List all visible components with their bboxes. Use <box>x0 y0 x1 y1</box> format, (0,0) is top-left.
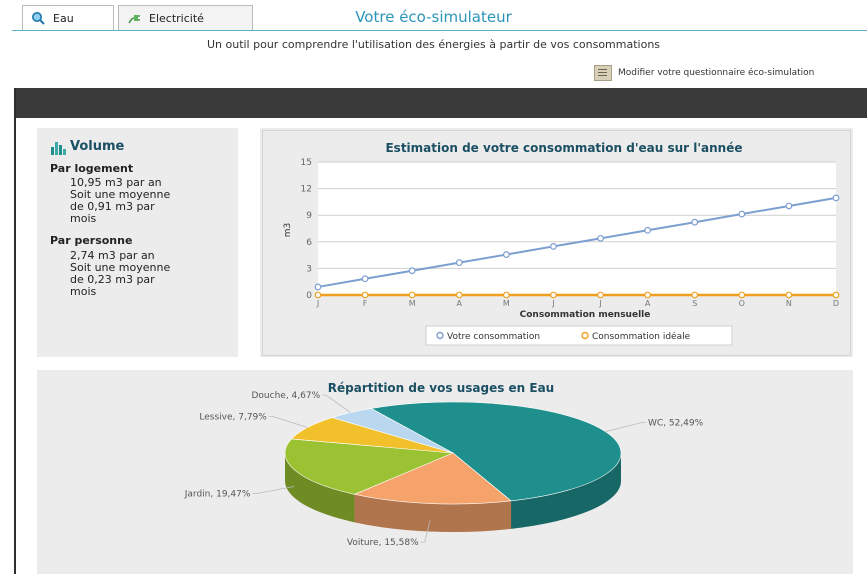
page-subtitle: Un outil pour comprendre l'utilisation d… <box>206 38 661 51</box>
legend-item-consommation-ideale[interactable]: Consommation idéale <box>581 331 691 342</box>
data-point[interactable] <box>785 202 793 210</box>
tab-water[interactable]: Eau <box>22 5 114 30</box>
x-tick-label: J <box>598 299 601 308</box>
per-person-line: mois <box>70 285 97 298</box>
data-point[interactable] <box>785 291 793 299</box>
data-point[interactable] <box>597 234 604 242</box>
data-point[interactable] <box>550 291 557 299</box>
legend-label: Consommation idéale <box>592 331 691 342</box>
x-tick-label: O <box>739 299 745 308</box>
data-point[interactable] <box>550 243 557 250</box>
x-tick-label: D <box>833 299 839 308</box>
data-point[interactable] <box>832 291 840 299</box>
line-chart-xlabel: Consommation mensuelle <box>520 310 651 320</box>
line-chart-ylabel: m3 <box>283 223 293 238</box>
x-tick-label: M <box>409 299 416 308</box>
y-tick-label: 15 <box>301 158 312 168</box>
x-tick-label: J <box>316 299 319 308</box>
data-point[interactable] <box>691 218 699 226</box>
legend-marker <box>581 331 589 340</box>
data-point[interactable] <box>361 275 369 283</box>
data-point[interactable] <box>408 267 416 275</box>
data-point[interactable] <box>314 283 322 291</box>
x-tick-label: F <box>363 299 368 308</box>
pie-slice-label: Lessive, 7,79% <box>199 413 267 423</box>
pie-slice-label: Voiture, 15,58% <box>347 538 419 548</box>
electric-plug-icon <box>128 15 140 24</box>
data-point[interactable] <box>738 210 746 218</box>
water-drop-search-icon <box>32 12 45 25</box>
pie-slice-label: Jardin, 19,47% <box>184 490 251 500</box>
y-tick-label: 0 <box>306 291 312 301</box>
x-tick-label: A <box>457 299 463 308</box>
data-point[interactable] <box>314 291 322 299</box>
legend-item-votre-consommation[interactable]: Votre consommation <box>436 331 540 342</box>
per-home-heading: Par logement <box>50 162 134 175</box>
x-tick-label: N <box>786 299 792 308</box>
form-edit-icon <box>594 65 612 81</box>
pie-label-connector <box>605 422 646 433</box>
modify-questionnaire-link[interactable]: Modifier votre questionnaire éco-simulat… <box>594 64 814 82</box>
y-tick-label: 12 <box>301 185 312 195</box>
y-tick-label: 9 <box>306 211 312 221</box>
tab-water-label: Eau <box>53 11 74 25</box>
y-tick-label: 3 <box>306 264 312 274</box>
data-point[interactable] <box>455 259 463 267</box>
title-divider <box>12 30 867 31</box>
data-point[interactable] <box>502 291 510 299</box>
data-point[interactable] <box>502 251 510 258</box>
per-home-line: mois <box>70 212 97 225</box>
x-tick-label: S <box>692 299 697 308</box>
pie-slice-label: Douche, 4,67% <box>251 391 320 401</box>
volume-title: Volume <box>70 139 125 154</box>
data-point[interactable] <box>361 291 369 299</box>
x-tick-label: A <box>645 299 651 308</box>
pie-chart-title: Répartition de vos usages en Eau <box>328 381 554 395</box>
data-point[interactable] <box>738 291 746 299</box>
data-point[interactable] <box>691 291 699 299</box>
x-tick-label: M <box>503 299 510 308</box>
legend-marker <box>436 331 444 340</box>
pie-chart: Répartition de vos usages en Eau WC, 52,… <box>184 381 704 548</box>
plot-area <box>318 162 836 295</box>
modify-questionnaire-label: Modifier votre questionnaire éco-simulat… <box>618 68 815 78</box>
data-point[interactable] <box>644 226 652 234</box>
line-chart: Estimation de votre consommation d'eau s… <box>283 141 840 346</box>
data-point[interactable] <box>644 291 652 299</box>
data-point[interactable] <box>597 291 604 299</box>
pie-label-connector <box>322 394 351 413</box>
energy-tab-bar <box>16 88 867 118</box>
bar-chart-icon <box>51 142 66 155</box>
pie-slice-label: WC, 52,49% <box>648 419 704 429</box>
line-chart-title: Estimation de votre consommation d'eau s… <box>385 141 742 155</box>
data-point[interactable] <box>408 291 416 299</box>
tab-electricity-label: Electricité <box>149 11 204 25</box>
x-tick-label: J <box>551 299 554 308</box>
data-point[interactable] <box>455 291 463 299</box>
tab-electricity[interactable]: Electricité <box>118 5 253 30</box>
data-point[interactable] <box>832 194 840 202</box>
pie-label-connector <box>268 416 308 428</box>
legend-label: Votre consommation <box>447 332 540 342</box>
y-tick-label: 6 <box>306 238 312 248</box>
per-person-heading: Par personne <box>50 234 133 247</box>
